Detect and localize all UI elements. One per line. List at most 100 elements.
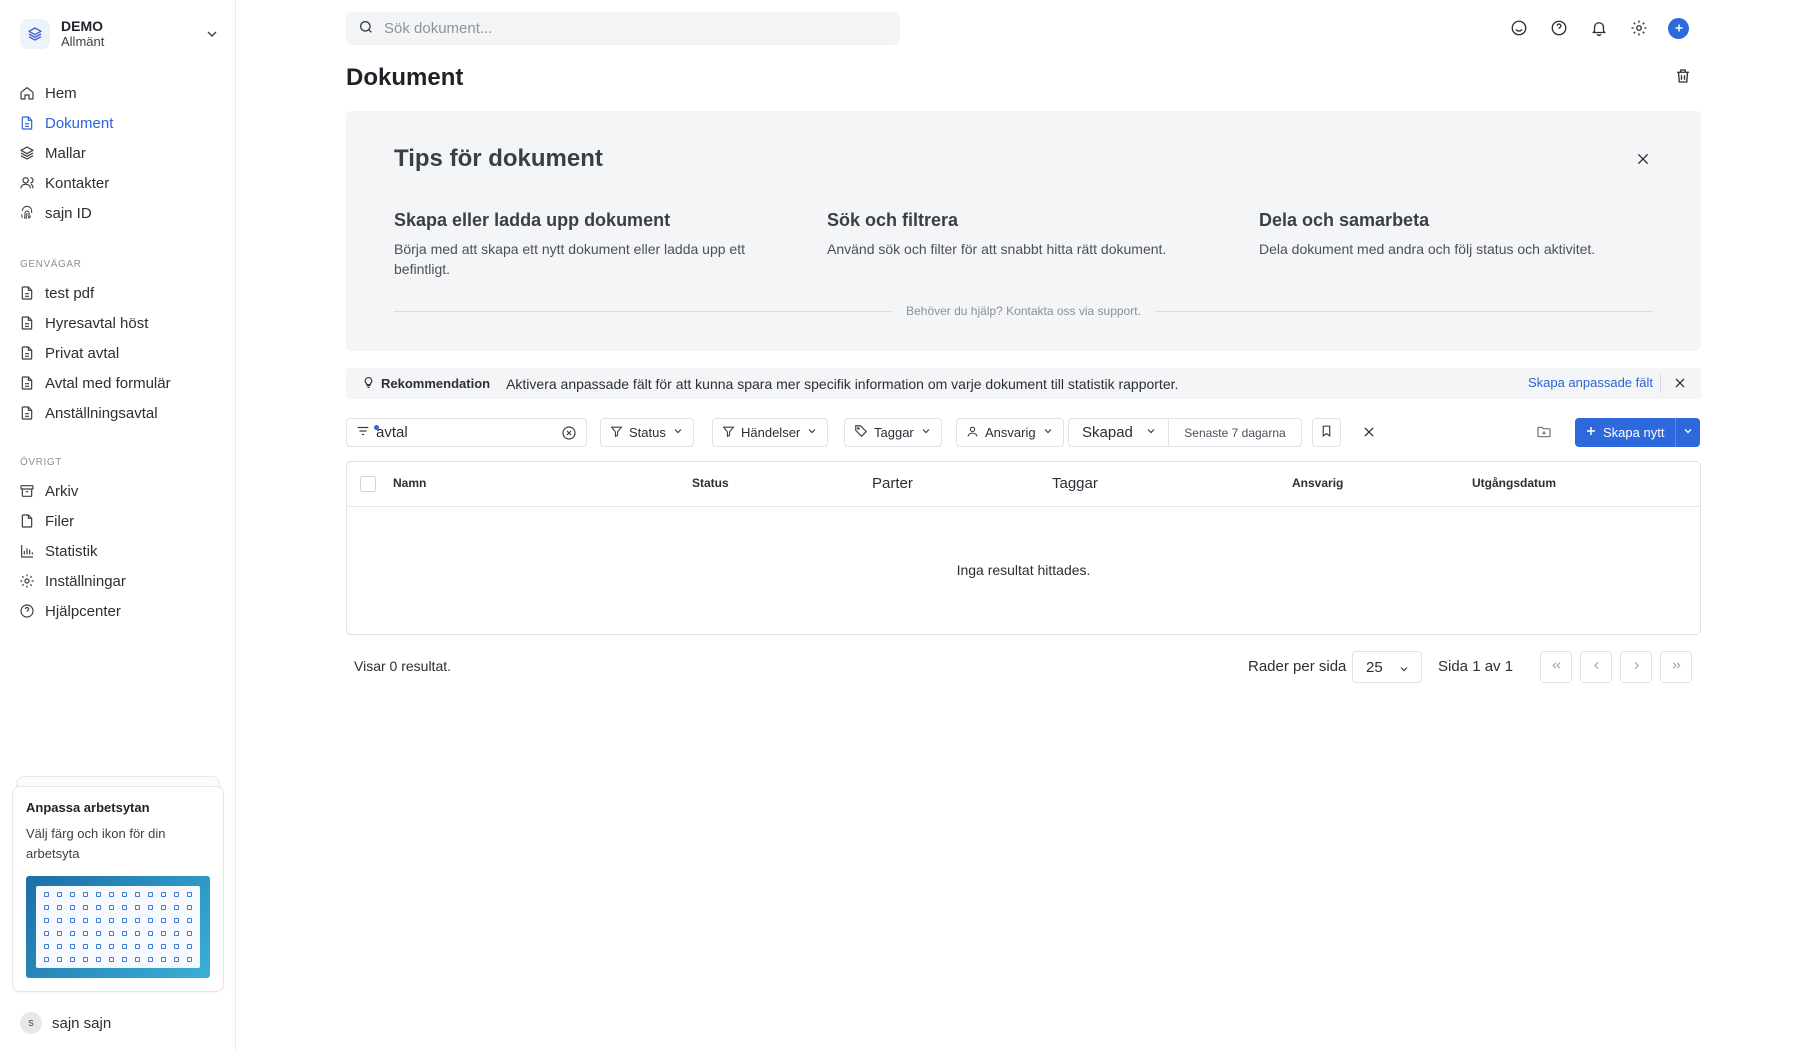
column-header-parties: Parter	[872, 475, 913, 492]
user-menu[interactable]: s sajn sajn	[20, 1012, 111, 1034]
grid-glyph-icon	[148, 931, 153, 936]
create-options-button[interactable]	[1675, 418, 1700, 447]
chevron-down-icon	[672, 425, 684, 440]
tags-filter-button[interactable]: Taggar	[844, 418, 942, 447]
shortcut-label: Anställningsavtal	[45, 404, 158, 422]
tip-share: Dela och samarbeta Dela dokument med and…	[1259, 210, 1649, 259]
shortcut-item[interactable]: test pdf	[18, 278, 218, 308]
shortcuts-nav: test pdf Hyresavtal höst Privat avtal Av…	[18, 278, 218, 428]
grid-glyph-icon	[174, 892, 179, 897]
grid-glyph-icon	[161, 905, 166, 910]
help-icon[interactable]	[1548, 17, 1570, 39]
shortcut-item[interactable]: Anställningsavtal	[18, 398, 218, 428]
close-icon[interactable]	[1673, 376, 1687, 393]
grid-glyph-icon	[148, 944, 153, 949]
archive-icon	[18, 482, 36, 500]
grid-glyph-icon	[96, 918, 101, 923]
nav-item-dokument[interactable]: Dokument	[18, 108, 218, 138]
clear-circle-icon[interactable]	[561, 425, 577, 445]
other-heading: ÖVRIGT	[20, 457, 62, 468]
filter-search-input[interactable]	[376, 424, 546, 441]
home-icon	[18, 84, 36, 102]
next-page-button[interactable]	[1620, 651, 1652, 683]
workspace-switcher[interactable]: DEMO Allmänt	[20, 16, 220, 52]
filter-search-field[interactable]	[346, 418, 587, 447]
search-input[interactable]	[384, 20, 864, 37]
status-filter-button[interactable]: Status	[600, 418, 694, 447]
grid-glyph-icon	[187, 931, 192, 936]
grid-glyph-icon	[96, 957, 101, 962]
tags-filter-label: Taggar	[874, 425, 914, 440]
icon-grid	[36, 886, 200, 968]
rows-per-page-select[interactable]: 25	[1352, 651, 1422, 683]
other-nav: Arkiv Filer Statistik Inställningar Hjäl…	[18, 476, 218, 626]
grid-glyph-icon	[187, 944, 192, 949]
grid-glyph-icon	[122, 931, 127, 936]
nav-item-arkiv[interactable]: Arkiv	[18, 476, 218, 506]
save-filter-button[interactable]	[1312, 418, 1341, 447]
smiley-icon[interactable]	[1508, 17, 1530, 39]
nav-item-kontakter[interactable]: Kontakter	[18, 168, 218, 198]
recommendation-label: Rekommendation	[381, 376, 491, 391]
column-header-owner[interactable]: Ansvarig	[1292, 476, 1343, 490]
grid-glyph-icon	[83, 944, 88, 949]
promo-text: Välj färg och ikon för din arbetsyta	[26, 826, 166, 861]
create-new-split-button: Skapa nytt	[1575, 418, 1700, 447]
nav-item-hem[interactable]: Hem	[18, 78, 218, 108]
document-icon	[18, 404, 36, 422]
chevrons-right-icon	[1670, 659, 1683, 676]
column-header-name[interactable]: Namn	[393, 476, 426, 490]
grid-glyph-icon	[57, 892, 62, 897]
add-icon[interactable]	[1668, 17, 1689, 39]
search-bar[interactable]	[346, 12, 900, 45]
avatar: s	[20, 1012, 42, 1034]
grid-glyph-icon	[109, 918, 114, 923]
nav-item-sajn-id[interactable]: sajn ID	[18, 198, 218, 228]
grid-glyph-icon	[83, 918, 88, 923]
shortcut-item[interactable]: Avtal med formulär	[18, 368, 218, 398]
events-filter-button[interactable]: Händelser	[712, 418, 829, 447]
bell-icon[interactable]	[1588, 17, 1610, 39]
grid-glyph-icon	[135, 905, 140, 910]
column-header-expiry[interactable]: Utgångsdatum	[1472, 476, 1556, 490]
nav-item-filer[interactable]: Filer	[18, 506, 218, 536]
customize-workspace-card[interactable]: Anpassa arbetsytan Välj färg och ikon fö…	[12, 786, 224, 992]
owner-filter-button[interactable]: Ansvarig	[956, 418, 1064, 447]
results-count: Visar 0 resultat.	[354, 658, 452, 674]
tip-heading: Sök och filtrera	[827, 210, 959, 230]
grid-glyph-icon	[109, 944, 114, 949]
create-custom-fields-link[interactable]: Skapa anpassade fält	[1528, 375, 1653, 390]
previous-page-button[interactable]	[1580, 651, 1612, 683]
nav-item-statistik[interactable]: Statistik	[18, 536, 218, 566]
grid-glyph-icon	[70, 944, 75, 949]
nav-item-installningar[interactable]: Inställningar	[18, 566, 218, 596]
shortcut-item[interactable]: Privat avtal	[18, 338, 218, 368]
date-range-select[interactable]: Senaste 7 dagarna	[1169, 419, 1301, 446]
last-page-button[interactable]	[1660, 651, 1692, 683]
first-page-button[interactable]	[1540, 651, 1572, 683]
promo-title: Anpassa arbetsytan	[26, 800, 150, 815]
shortcut-item[interactable]: Hyresavtal höst	[18, 308, 218, 338]
trash-icon[interactable]	[1674, 67, 1692, 89]
column-header-status[interactable]: Status	[692, 476, 729, 490]
gear-icon[interactable]	[1628, 17, 1650, 39]
create-new-button[interactable]: Skapa nytt	[1575, 418, 1675, 447]
nav-item-hjalpcenter[interactable]: Hjälpcenter	[18, 596, 218, 626]
select-all-checkbox[interactable]	[360, 476, 376, 492]
created-select[interactable]: Skapad	[1069, 419, 1169, 446]
grid-glyph-icon	[187, 905, 192, 910]
folder-plus-icon[interactable]	[1536, 424, 1552, 444]
grid-glyph-icon	[148, 918, 153, 923]
chevron-down-icon	[204, 26, 220, 46]
close-icon[interactable]	[1635, 151, 1651, 171]
empty-state-text: Inga resultat hittades.	[956, 562, 1091, 578]
rows-per-page-value: 25	[1366, 658, 1383, 676]
chart-icon	[18, 542, 36, 560]
table-header: Namn Status Parter Taggar Ansvarig Utgån…	[347, 462, 1700, 507]
nav-item-mallar[interactable]: Mallar	[18, 138, 218, 168]
clear-filters-icon[interactable]	[1362, 425, 1376, 443]
grid-glyph-icon	[70, 918, 75, 923]
created-date-filter: Skapad Senaste 7 dagarna	[1068, 418, 1302, 447]
document-icon	[18, 114, 36, 132]
grid-glyph-icon	[57, 905, 62, 910]
